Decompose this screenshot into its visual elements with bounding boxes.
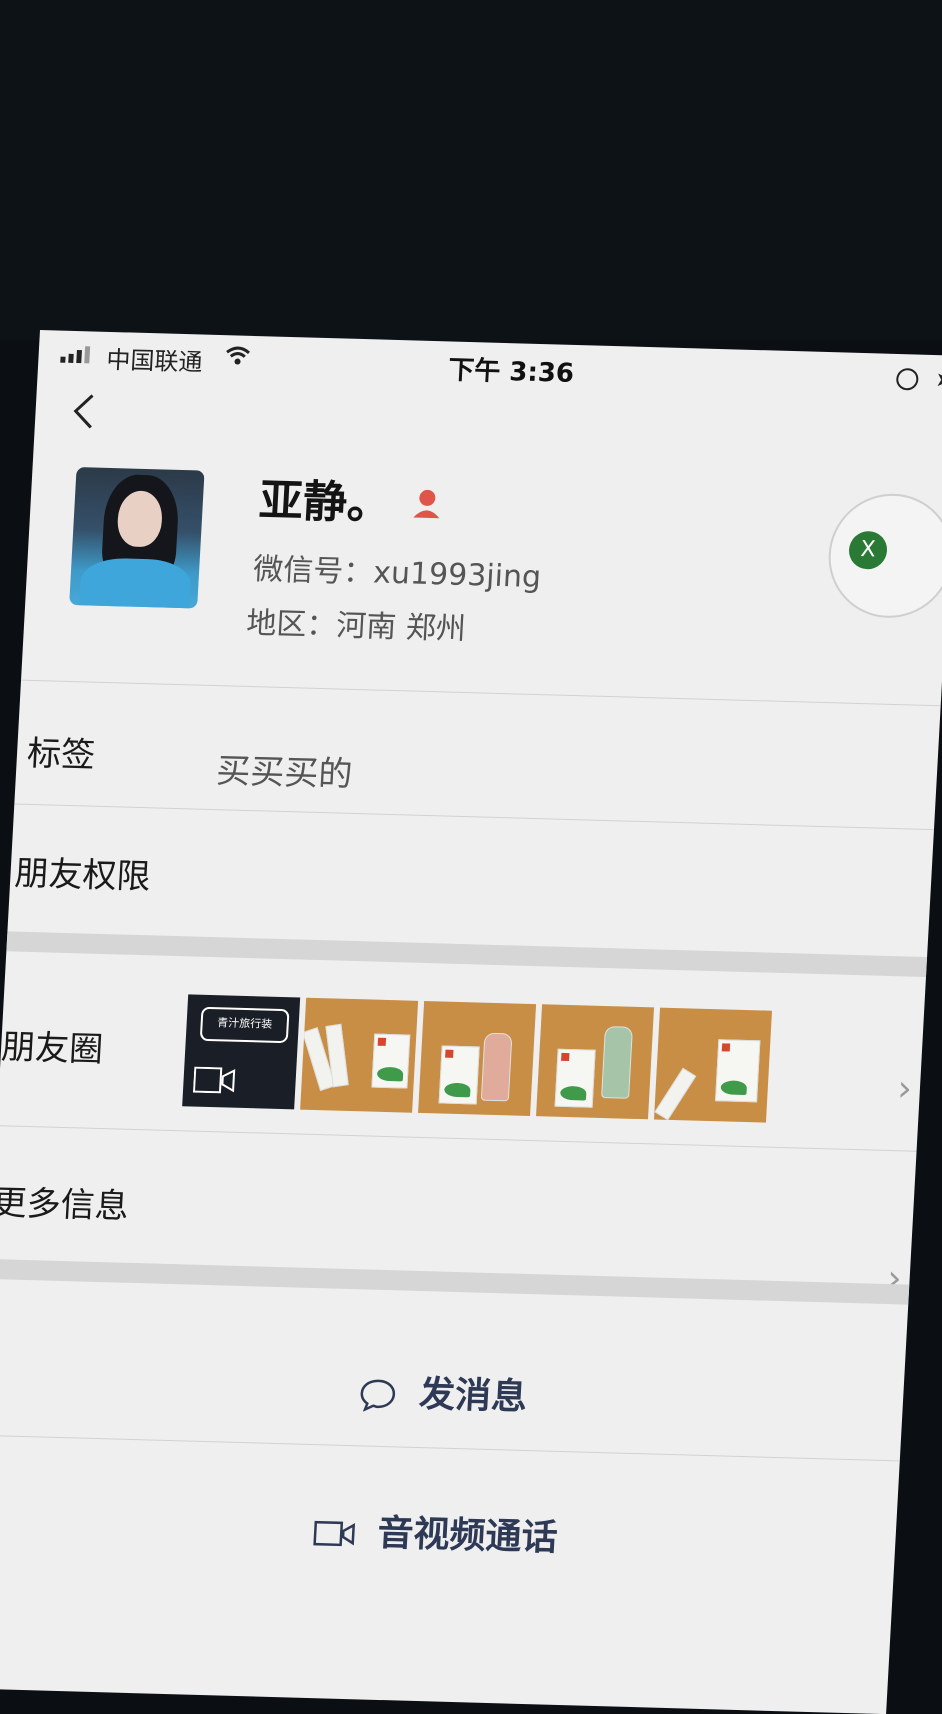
wifi-icon bbox=[226, 346, 251, 365]
tags-value[interactable]: 买买买的 bbox=[215, 743, 354, 796]
product-box bbox=[554, 1048, 596, 1108]
moments-photo[interactable] bbox=[536, 1004, 655, 1120]
product-box bbox=[438, 1045, 480, 1105]
phone-screen: 中国联通 下午 3:36 ➤ 亚静。 微信号：xu1993jing 地区：河南 … bbox=[0, 330, 942, 1714]
background-dark-area bbox=[0, 0, 942, 340]
section-gap bbox=[0, 1258, 910, 1305]
region-text: 地区：河南 郑州 bbox=[245, 605, 467, 647]
av-call-label: 音视频通话 bbox=[376, 1512, 559, 1559]
chevron-right-icon[interactable]: › bbox=[896, 1068, 913, 1109]
chat-bubble-icon bbox=[360, 1379, 395, 1412]
tags-label[interactable]: 标签 bbox=[26, 726, 97, 777]
profile-name: 亚静。 bbox=[257, 475, 393, 530]
water-bottle bbox=[601, 1026, 633, 1099]
back-arrow-icon[interactable] bbox=[71, 391, 97, 432]
sachet-stick bbox=[654, 1067, 697, 1121]
divider bbox=[0, 1434, 900, 1462]
moments-photo[interactable] bbox=[653, 1007, 772, 1123]
av-call-button[interactable]: 音视频通话 bbox=[0, 1493, 897, 1571]
moments-photo[interactable] bbox=[300, 997, 419, 1113]
friend-permissions-row[interactable]: 朋友权限 bbox=[13, 846, 152, 899]
moments-label[interactable]: 朋友圈 bbox=[0, 1019, 105, 1071]
signal-icon bbox=[60, 345, 91, 364]
moments-video-thumbnail[interactable]: 青汁旅行装 bbox=[182, 994, 301, 1110]
divider bbox=[21, 679, 941, 707]
status-bar: 中国联通 下午 3:36 ➤ bbox=[37, 330, 942, 406]
carrier-label: 中国联通 bbox=[105, 345, 204, 377]
rotation-lock-icon bbox=[895, 367, 919, 391]
video-caption: 青汁旅行装 bbox=[199, 1006, 290, 1044]
female-gender-icon bbox=[413, 489, 440, 519]
video-camera-icon bbox=[192, 1066, 236, 1094]
divider bbox=[0, 1125, 917, 1152]
video-camera-icon bbox=[313, 1520, 355, 1547]
section-gap bbox=[6, 931, 928, 977]
avatar-shirt bbox=[78, 557, 192, 609]
more-info-row[interactable]: 更多信息 bbox=[0, 1175, 130, 1228]
product-box bbox=[371, 1033, 411, 1089]
moments-thumbnails[interactable]: 青汁旅行装 bbox=[182, 994, 772, 1123]
send-message-label: 发消息 bbox=[417, 1374, 529, 1418]
avatar[interactable] bbox=[69, 467, 205, 609]
moments-photo[interactable] bbox=[418, 1000, 537, 1116]
location-icon: ➤ bbox=[934, 367, 942, 392]
wechat-id: 微信号：xu1993jing bbox=[252, 552, 542, 596]
send-message-button[interactable]: 发消息 bbox=[0, 1353, 904, 1431]
status-time: 下午 3:36 bbox=[447, 355, 575, 389]
product-box bbox=[715, 1039, 761, 1103]
divider bbox=[14, 803, 934, 831]
water-bottle bbox=[480, 1032, 513, 1102]
